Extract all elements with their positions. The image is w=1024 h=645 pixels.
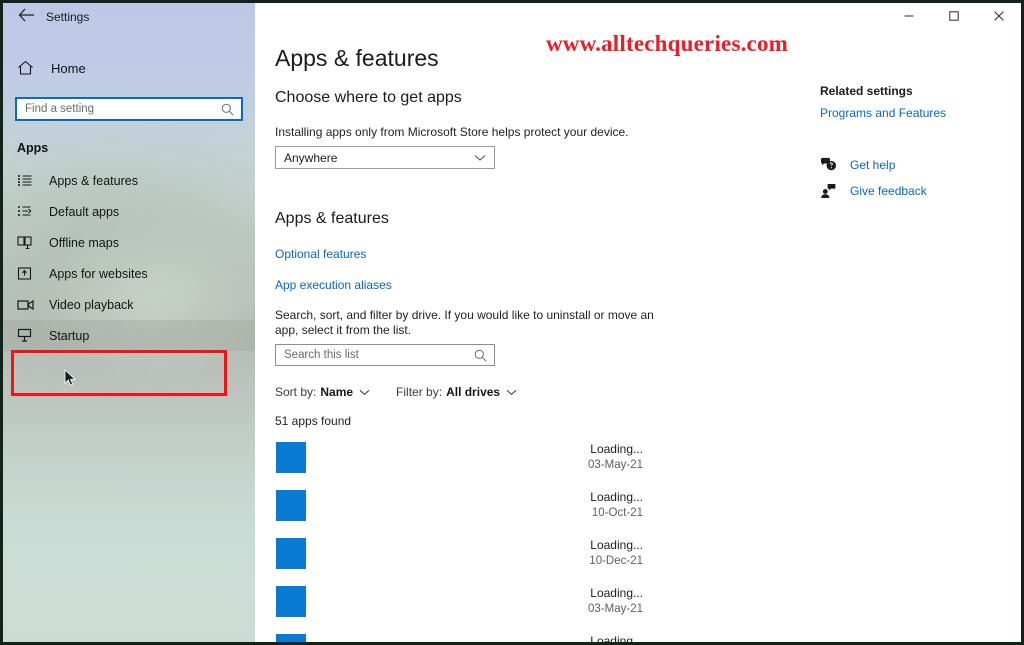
chevron-down-icon <box>506 389 517 396</box>
find-a-setting-placeholder: Find a setting <box>25 103 95 115</box>
app-meta: Loading... 10-Dec-21 <box>589 538 643 567</box>
find-a-setting-input[interactable]: Find a setting <box>15 97 243 121</box>
choose-source-description: Installing apps only from Microsoft Stor… <box>275 125 629 139</box>
page-title: Apps & features <box>275 45 439 71</box>
give-feedback-link[interactable]: Give feedback <box>820 183 927 199</box>
table-row[interactable]: Loading... 10-Dec-21 <box>268 531 643 579</box>
sort-by-value: Name <box>320 385 354 399</box>
app-install-date: 10-Oct-21 <box>591 507 643 519</box>
window-controls <box>886 3 1021 29</box>
app-icon <box>276 490 306 521</box>
sidebar-item-startup[interactable]: Startup <box>3 320 255 351</box>
offline-maps-icon <box>17 235 45 250</box>
apps-list-description-line2: app, select it from the list. <box>275 323 412 337</box>
sidebar-section-heading: Apps <box>17 141 49 155</box>
home-icon <box>17 60 47 76</box>
list-controls: Sort by: Name Filter by: All drives <box>275 385 543 399</box>
app-install-date: 03-May-21 <box>588 603 643 615</box>
sidebar-nav-list: Apps & features Default apps Offline map… <box>3 165 255 351</box>
close-button[interactable] <box>976 3 1021 29</box>
default-apps-icon <box>17 205 45 219</box>
app-icon <box>276 442 306 473</box>
search-icon <box>474 349 494 362</box>
app-install-date: 10-Dec-21 <box>589 555 643 567</box>
get-apps-source-value: Anywhere <box>284 150 338 165</box>
sidebar: Settings Home Find a setting Apps Apps &… <box>3 3 255 642</box>
app-name: Loading... <box>590 586 643 600</box>
sidebar-item-apps-for-websites[interactable]: Apps for websites <box>3 258 255 289</box>
startup-icon <box>17 328 45 343</box>
app-name: Loading... <box>590 490 643 504</box>
apps-features-heading: Apps & features <box>275 210 389 227</box>
sidebar-item-default-apps[interactable]: Default apps <box>3 196 255 227</box>
sidebar-item-apps-features[interactable]: Apps & features <box>3 165 255 196</box>
sidebar-home-label: Home <box>51 60 86 76</box>
give-feedback-label: Give feedback <box>850 184 927 198</box>
app-icon <box>276 634 306 642</box>
sort-by-label: Sort by: <box>275 385 317 399</box>
search-this-list-placeholder: Search this list <box>284 349 359 361</box>
minimize-button[interactable] <box>886 3 931 29</box>
table-row[interactable]: Loading... 03-May-21 <box>268 579 643 627</box>
site-watermark: www.alltechqueries.com <box>546 31 789 56</box>
titlebar: Settings <box>3 3 255 31</box>
sort-by-dropdown[interactable]: Sort by: Name <box>275 385 370 399</box>
table-row[interactable]: Loading... 10-Oct-21 <box>268 483 643 531</box>
sidebar-item-label: Offline maps <box>49 235 119 250</box>
search-this-list-input[interactable]: Search this list <box>275 344 495 366</box>
app-name: Loading... <box>590 538 643 552</box>
sidebar-item-label: Video playback <box>49 297 134 312</box>
sidebar-item-home[interactable]: Home <box>3 53 255 83</box>
filter-by-value: All drives <box>446 385 501 399</box>
app-execution-aliases-link[interactable]: App execution aliases <box>275 278 392 292</box>
window-title: Settings <box>46 10 90 24</box>
optional-features-link[interactable]: Optional features <box>275 247 366 261</box>
app-icon <box>276 586 306 617</box>
get-apps-source-dropdown[interactable]: Anywhere <box>275 146 495 169</box>
settings-window: Settings Home Find a setting Apps Apps &… <box>0 0 1024 645</box>
app-meta: Loading... 03-May-21 <box>588 442 643 471</box>
sidebar-item-label: Apps & features <box>49 173 138 188</box>
search-icon <box>221 103 241 116</box>
help-bubble-icon <box>820 157 850 172</box>
sidebar-item-label: Apps for websites <box>49 266 148 281</box>
apps-list-description-line1: Search, sort, and filter by drive. If yo… <box>275 308 654 322</box>
back-arrow-icon[interactable] <box>9 8 43 26</box>
sidebar-item-offline-maps[interactable]: Offline maps <box>3 227 255 258</box>
app-icon <box>276 538 306 569</box>
programs-and-features-link[interactable]: Programs and Features <box>820 106 946 120</box>
get-help-link[interactable]: Get help <box>820 157 895 172</box>
app-name: Loading... <box>590 634 643 642</box>
maximize-button[interactable] <box>931 3 976 29</box>
app-name: Loading... <box>590 442 643 456</box>
apps-found-count: 51 apps found <box>275 414 352 428</box>
choose-source-heading: Choose where to get apps <box>275 89 462 106</box>
chevron-down-icon <box>474 154 494 162</box>
filter-by-dropdown[interactable]: Filter by: All drives <box>396 385 517 399</box>
list-features-icon <box>17 174 45 188</box>
main-content: www.alltechqueries.com Apps & features C… <box>255 3 1021 642</box>
app-meta: Loading... 10-Oct-21 <box>590 490 643 519</box>
chevron-down-icon <box>359 389 370 396</box>
video-playback-icon <box>17 298 45 311</box>
table-row[interactable]: Loading... <box>268 627 643 642</box>
app-meta: Loading... <box>590 634 643 642</box>
filter-by-label: Filter by: <box>396 385 443 399</box>
get-help-label: Get help <box>850 157 896 172</box>
sidebar-item-video-playback[interactable]: Video playback <box>3 289 255 320</box>
feedback-person-icon <box>820 183 850 199</box>
app-meta: Loading... 03-May-21 <box>588 586 643 615</box>
sidebar-item-label: Startup <box>49 328 90 343</box>
related-settings-heading: Related settings <box>820 84 913 98</box>
sidebar-item-label: Default apps <box>49 204 120 219</box>
apps-list: Loading... 03-May-21 Loading... 10-Oct-2… <box>255 435 1021 642</box>
apps-for-websites-icon <box>17 266 45 281</box>
app-install-date: 03-May-21 <box>588 459 643 471</box>
table-row[interactable]: Loading... 03-May-21 <box>268 435 643 483</box>
